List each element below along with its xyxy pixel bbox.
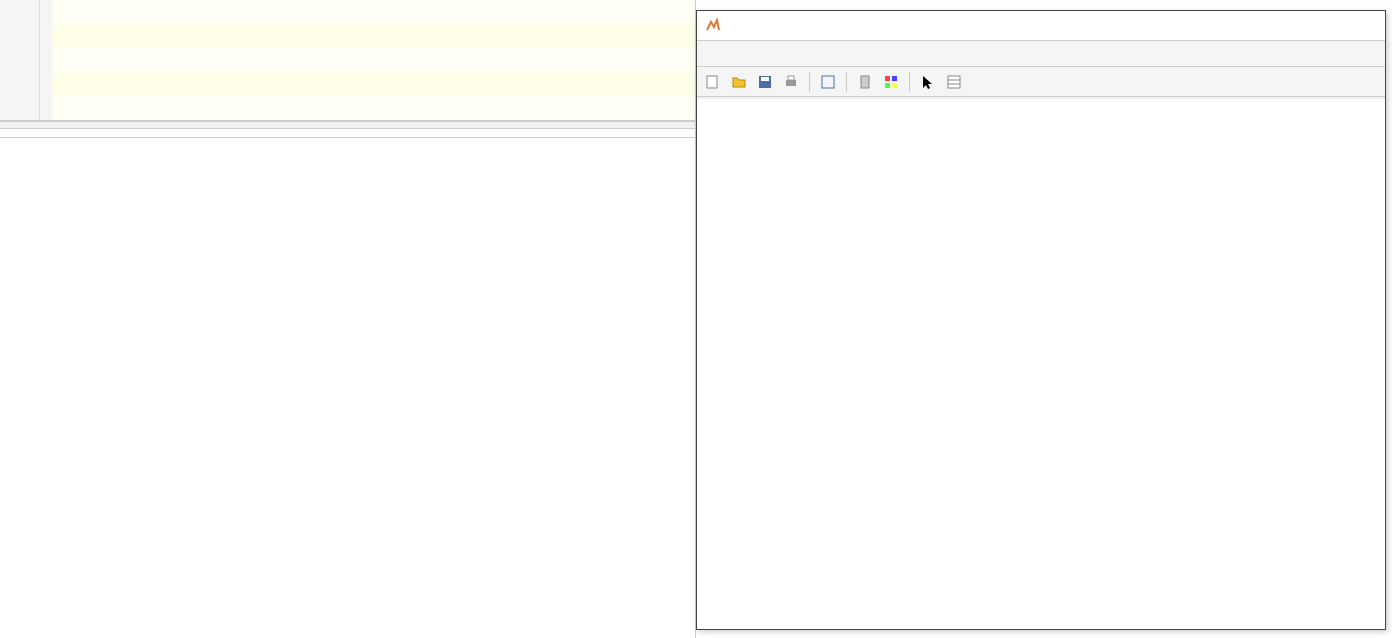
command-window-title bbox=[0, 121, 695, 129]
editor-line[interactable] bbox=[52, 24, 695, 48]
editor-line[interactable] bbox=[52, 0, 695, 24]
figure-canvas[interactable] bbox=[697, 99, 1385, 629]
matlab-icon bbox=[705, 18, 721, 34]
new-icon[interactable] bbox=[703, 72, 723, 92]
figure-menubar bbox=[697, 41, 1385, 67]
editor-line[interactable] bbox=[52, 48, 695, 72]
edit-plot-icon[interactable] bbox=[818, 72, 838, 92]
editor-line[interactable] bbox=[52, 72, 695, 96]
data-cursor-icon[interactable] bbox=[944, 72, 964, 92]
command-window[interactable] bbox=[0, 138, 695, 146]
pointer-icon[interactable] bbox=[918, 72, 938, 92]
print-icon[interactable] bbox=[781, 72, 801, 92]
command-window-banner bbox=[0, 129, 695, 138]
colorbar-icon[interactable] bbox=[881, 72, 901, 92]
lineno bbox=[0, 0, 40, 24]
figure-titlebar[interactable] bbox=[697, 11, 1385, 41]
figure-window bbox=[696, 10, 1386, 630]
save-icon[interactable] bbox=[755, 72, 775, 92]
open-icon[interactable] bbox=[729, 72, 749, 92]
editor-line[interactable] bbox=[52, 96, 695, 120]
editor bbox=[0, 0, 695, 121]
figure-toolbar bbox=[697, 67, 1385, 97]
link-icon[interactable] bbox=[855, 72, 875, 92]
